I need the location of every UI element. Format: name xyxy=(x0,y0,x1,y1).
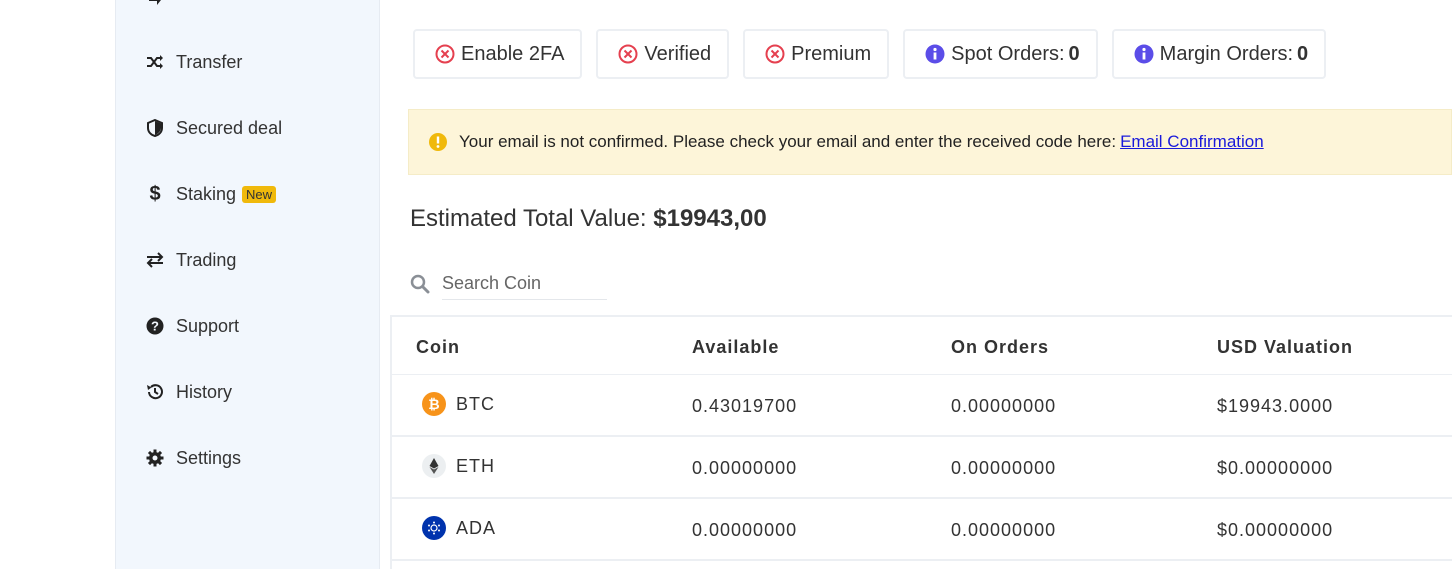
column-header-available[interactable]: Available xyxy=(692,337,779,358)
balances-table: Coin Available On Orders USD Valuation ₿… xyxy=(390,315,1452,569)
column-header-coin[interactable]: Coin xyxy=(416,337,460,358)
verified-button[interactable]: Verified xyxy=(596,29,730,79)
margin-orders-count: 0 xyxy=(1297,42,1309,65)
usd-valuation-value: $0.00000000 xyxy=(1217,458,1334,478)
estimated-total-label: Estimated Total Value: xyxy=(410,205,647,232)
sidebar-item-withdraw[interactable] xyxy=(146,0,176,10)
coin-symbol: ADA xyxy=(456,517,497,538)
svg-text:₿: ₿ xyxy=(428,396,439,412)
new-badge: New xyxy=(242,185,277,203)
usd-valuation-value: $19943.0000 xyxy=(1217,396,1334,416)
coin-symbol: ETH xyxy=(456,455,495,476)
enable-2fa-button[interactable]: Enable 2FA xyxy=(413,29,583,79)
dollar-icon: $ xyxy=(149,182,161,205)
sidebar-item-staking[interactable]: $ Staking New xyxy=(146,181,277,207)
spot-orders-count: 0 xyxy=(1068,42,1080,65)
estimated-total-value: Estimated Total Value: $19943,00 xyxy=(410,205,767,233)
x-circle-icon xyxy=(618,44,638,64)
verified-label: Verified xyxy=(644,42,712,65)
on-orders-value: 0.00000000 xyxy=(951,396,1057,416)
sidebar-item-history[interactable]: History xyxy=(146,379,232,405)
on-orders-value: 0.00000000 xyxy=(951,520,1057,540)
spot-orders-label: Spot Orders: xyxy=(951,42,1065,65)
shield-icon xyxy=(146,119,164,137)
alert-message: Your email is not confirmed. Please chec… xyxy=(459,132,1117,151)
withdraw-icon xyxy=(146,0,164,6)
eth-icon xyxy=(422,454,446,478)
sidebar-item-settings[interactable]: Settings xyxy=(146,445,241,471)
info-circle-icon xyxy=(925,44,945,64)
sidebar-item-label: Support xyxy=(176,315,240,336)
sidebar-item-label: Settings xyxy=(176,447,242,468)
history-icon xyxy=(146,383,164,401)
sidebar-item-secured-deal[interactable]: Secured deal xyxy=(146,115,282,141)
margin-orders-label: Margin Orders: xyxy=(1159,42,1294,65)
exchange-arrows-icon xyxy=(146,251,164,269)
ada-icon xyxy=(422,516,446,540)
sidebar: Transfer Secured deal $ Staking New Trad… xyxy=(115,0,380,569)
x-circle-icon xyxy=(765,44,785,64)
search-input[interactable] xyxy=(442,268,607,300)
sidebar-item-trading[interactable]: Trading xyxy=(146,247,236,273)
search-icon xyxy=(410,274,430,294)
sidebar-item-label: Secured deal xyxy=(176,117,283,138)
spot-orders-button[interactable]: Spot Orders: 0 xyxy=(903,29,1098,79)
column-header-on-orders[interactable]: On Orders xyxy=(951,337,1049,358)
info-circle-icon xyxy=(1134,44,1154,64)
table-row[interactable]: ETH 0.00000000 0.00000000 $0.00000000 xyxy=(392,437,1452,499)
coin-symbol: BTC xyxy=(456,393,495,414)
available-value: 0.00000000 xyxy=(692,520,798,540)
coin-cell: ₿ BTC xyxy=(422,392,495,416)
on-orders-value: 0.00000000 xyxy=(951,458,1057,478)
column-header-usd-valuation[interactable]: USD Valuation xyxy=(1217,337,1353,358)
sidebar-item-transfer[interactable]: Transfer xyxy=(146,49,242,75)
available-value: 0.43019700 xyxy=(692,396,798,416)
estimated-total-amount: $19943,00 xyxy=(653,205,767,232)
email-warning-alert: Your email is not confirmed. Please chec… xyxy=(408,109,1452,175)
premium-label: Premium xyxy=(791,42,872,65)
email-confirmation-link[interactable]: Email Confirmation xyxy=(1120,132,1264,152)
btc-icon: ₿ xyxy=(422,392,446,416)
margin-orders-button[interactable]: Margin Orders: 0 xyxy=(1111,29,1327,79)
x-circle-icon xyxy=(435,44,455,64)
account-status-bar: Enable 2FA Verified Premium Spot Orders:… xyxy=(413,29,1327,79)
sidebar-item-label: History xyxy=(176,381,233,402)
coin-search xyxy=(410,268,607,300)
coin-cell: ETH xyxy=(422,454,495,478)
question-circle-icon: ? xyxy=(146,317,164,335)
table-row[interactable]: ADA 0.00000000 0.00000000 $0.00000000 xyxy=(392,499,1452,561)
sidebar-item-label: Trading xyxy=(176,249,237,270)
shuffle-icon xyxy=(146,53,164,71)
sidebar-item-label: Transfer xyxy=(176,51,243,72)
svg-text:?: ? xyxy=(151,319,159,334)
table-header: Coin Available On Orders USD Valuation xyxy=(392,317,1452,375)
exclamation-circle-icon xyxy=(429,133,447,151)
coin-cell: ADA xyxy=(422,516,496,540)
available-value: 0.00000000 xyxy=(692,458,798,478)
enable-2fa-label: Enable 2FA xyxy=(461,42,565,65)
sidebar-item-label: Staking xyxy=(176,183,237,204)
gear-icon xyxy=(146,449,164,467)
usd-valuation-value: $0.00000000 xyxy=(1217,520,1334,540)
table-row[interactable]: ₿ BTC 0.43019700 0.00000000 $19943.0000 xyxy=(392,375,1452,437)
premium-button[interactable]: Premium xyxy=(743,29,890,79)
sidebar-item-support[interactable]: ? Support xyxy=(146,313,239,339)
